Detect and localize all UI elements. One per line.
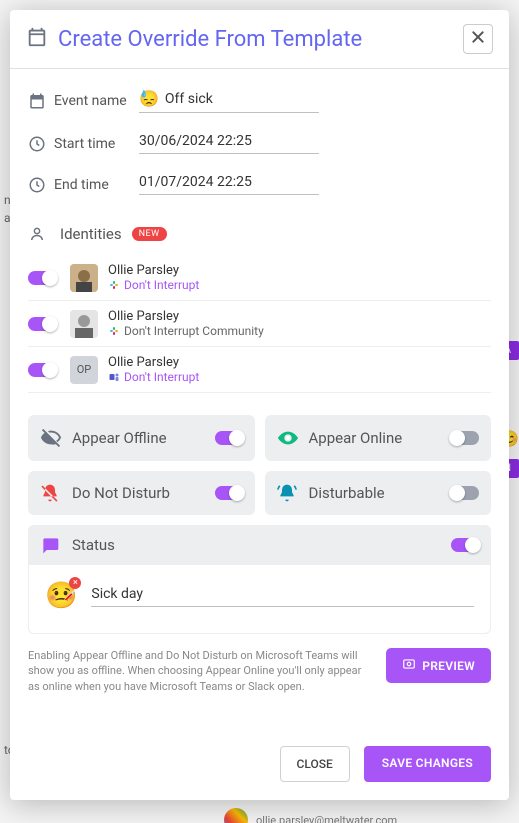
clock-icon [28, 176, 54, 194]
slack-icon [108, 279, 120, 291]
close-button-label: CLOSE [297, 757, 333, 771]
identity-row: Ollie Parsley Don't Interrupt Community [28, 301, 491, 347]
identity-workspace: Don't Interrupt Community [124, 324, 264, 338]
preview-label: PREVIEW [422, 659, 475, 673]
avatar [70, 310, 98, 338]
identity-name: Ollie Parsley [108, 355, 199, 370]
event-name-label: Event name [54, 93, 139, 109]
calendar-small-icon [28, 92, 54, 110]
dnd-card: Do Not Disturb [28, 471, 255, 515]
appear-online-label: Appear Online [309, 429, 452, 447]
person-icon [28, 225, 54, 243]
eye-icon [277, 427, 301, 449]
avatar: OP [70, 356, 98, 384]
appear-offline-toggle[interactable] [215, 431, 243, 445]
status-card: Status 🤒 × Sick day [28, 525, 491, 634]
status-toggle[interactable] [451, 538, 479, 552]
identity-row: Ollie Parsley Don't Interrupt [28, 255, 491, 301]
appear-online-toggle[interactable] [451, 431, 479, 445]
remove-emoji-badge[interactable]: × [69, 577, 81, 589]
start-time-text: 30/06/2024 22:25 [139, 133, 252, 149]
close-x-button[interactable] [463, 24, 493, 54]
feature-cards: Appear Offline Appear Online Do Not Dist… [28, 415, 491, 634]
start-time-label: Start time [54, 136, 139, 152]
bg-email: ollie.parsley@meltwater.com [256, 814, 397, 823]
identity-toggle[interactable] [28, 317, 56, 331]
dnd-toggle[interactable] [215, 486, 243, 500]
end-time-text: 01/07/2024 22:25 [139, 174, 252, 190]
appear-offline-card: Appear Offline [28, 415, 255, 461]
disturbable-card: Disturbable [265, 471, 492, 515]
identity-name: Ollie Parsley [108, 309, 264, 324]
disturbable-label: Disturbable [309, 484, 452, 502]
event-name-row: Event name 😓 Off sick [28, 89, 491, 113]
status-emoji-picker[interactable]: 🤒 × [45, 581, 77, 611]
close-button[interactable]: CLOSE [280, 746, 350, 782]
create-override-dialog: Create Override From Template Event name… [10, 10, 509, 800]
dialog-body: Event name 😓 Off sick Start time 30/06/2… [10, 69, 509, 732]
dialog-header: Create Override From Template [10, 10, 509, 69]
identity-row: OP Ollie Parsley Don't Interrupt [28, 347, 491, 393]
slack-icon [108, 325, 120, 337]
bell-off-icon [40, 483, 64, 503]
bell-ring-icon [277, 483, 301, 503]
appear-online-card: Appear Online [265, 415, 492, 461]
end-time-label: End time [54, 177, 139, 193]
status-text-input[interactable]: Sick day [91, 586, 474, 607]
save-button-label: SAVE CHANGES [382, 756, 473, 770]
preview-icon [402, 657, 416, 674]
disturbable-toggle[interactable] [451, 486, 479, 500]
status-text: Sick day [91, 586, 143, 602]
appear-offline-label: Appear Offline [72, 429, 215, 447]
end-time-input[interactable]: 01/07/2024 22:25 [139, 174, 319, 195]
identities-header: Identities NEW [28, 225, 491, 243]
clock-icon [28, 135, 54, 153]
footnote-row: Enabling Appear Offline and Do Not Distu… [28, 648, 491, 694]
save-changes-button[interactable]: SAVE CHANGES [364, 746, 491, 782]
identity-toggle[interactable] [28, 271, 56, 285]
identity-name: Ollie Parsley [108, 263, 199, 278]
bg-google-avatar [224, 808, 248, 823]
dialog-title: Create Override From Template [58, 27, 463, 52]
status-label: Status [72, 536, 451, 554]
identities-label: Identities [60, 225, 122, 243]
new-badge: NEW [132, 227, 167, 241]
dnd-label: Do Not Disturb [72, 484, 215, 502]
event-name-input[interactable]: 😓 Off sick [139, 89, 319, 113]
end-time-row: End time 01/07/2024 22:25 [28, 174, 491, 195]
calendar-icon [26, 26, 48, 52]
speech-bubble-icon [40, 535, 64, 555]
event-name-emoji: 😓 [139, 89, 159, 108]
start-time-input[interactable]: 30/06/2024 22:25 [139, 133, 319, 154]
teams-icon [108, 371, 120, 383]
event-name-text: Off sick [165, 91, 213, 107]
identity-workspace: Don't Interrupt [124, 370, 199, 384]
dialog-footer: CLOSE SAVE CHANGES [10, 732, 509, 800]
eye-off-icon [40, 427, 64, 449]
identity-workspace: Don't Interrupt [124, 278, 199, 292]
avatar [70, 264, 98, 292]
footnote-text: Enabling Appear Offline and Do Not Distu… [28, 648, 374, 694]
start-time-row: Start time 30/06/2024 22:25 [28, 133, 491, 154]
preview-button[interactable]: PREVIEW [386, 648, 491, 683]
identity-toggle[interactable] [28, 363, 56, 377]
close-icon [470, 29, 486, 50]
